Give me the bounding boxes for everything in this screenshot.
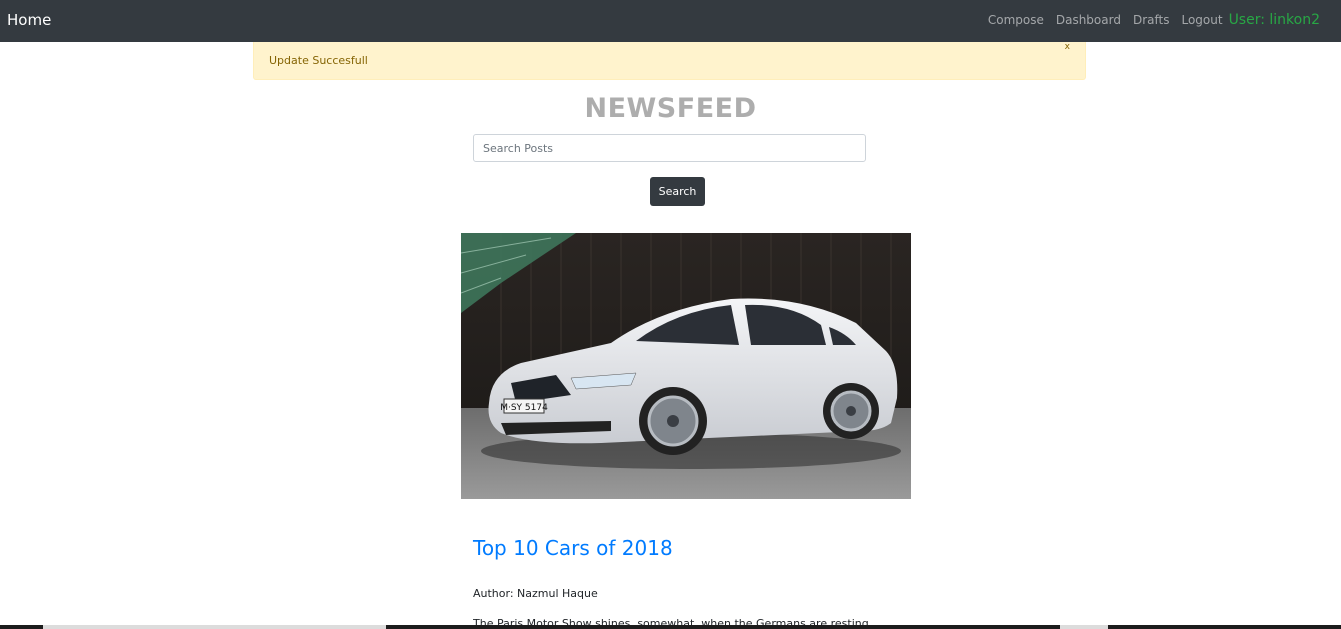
- license-plate-text: M·SY 5174: [500, 403, 548, 413]
- post-title-link[interactable]: Top 10 Cars of 2018: [473, 536, 673, 560]
- search-button[interactable]: Search: [650, 177, 705, 206]
- page-title: NEWSFEED: [584, 93, 757, 124]
- nav-drafts-link[interactable]: Drafts: [1133, 13, 1170, 27]
- home-link[interactable]: Home: [7, 11, 51, 29]
- nav-logout-link[interactable]: Logout: [1181, 13, 1222, 27]
- nav-links: Compose Dashboard Drafts Logout User: li…: [976, 12, 1320, 28]
- scrollbar-marker: [1060, 625, 1108, 629]
- scrollbar-thumb[interactable]: [43, 625, 386, 629]
- car-photo-icon: M·SY 5174: [461, 233, 911, 499]
- current-user-label: User: linkon2: [1228, 12, 1320, 28]
- bottom-scrollbar[interactable]: [0, 625, 1341, 629]
- alert-message: Update Succesfull: [269, 54, 368, 67]
- top-navbar: Home Compose Dashboard Drafts Logout Use…: [0, 0, 1341, 42]
- success-alert: Update Succesfull x: [253, 42, 1086, 80]
- post-author: Author: Nazmul Haque: [473, 587, 598, 600]
- search-input[interactable]: [473, 134, 866, 162]
- alert-close-button[interactable]: x: [1065, 42, 1070, 52]
- post-image: M·SY 5174: [461, 233, 911, 499]
- nav-compose-link[interactable]: Compose: [988, 13, 1044, 27]
- nav-dashboard-link[interactable]: Dashboard: [1056, 13, 1121, 27]
